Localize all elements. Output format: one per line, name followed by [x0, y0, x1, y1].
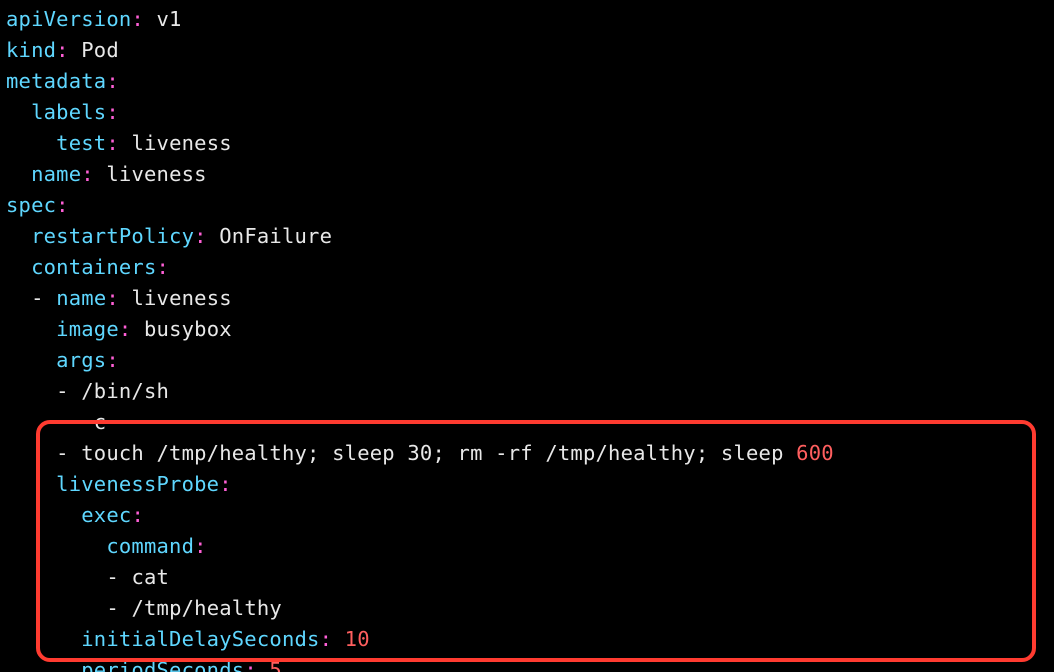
key-kind: kind [6, 38, 56, 62]
key-c-name: name [56, 286, 106, 310]
key-test: test [56, 131, 106, 155]
key-livenessprobe: livenessProbe [56, 472, 219, 496]
key-restartpolicy: restartPolicy [31, 224, 194, 248]
val-apiversion: v1 [157, 7, 182, 31]
key-c-args: args [56, 348, 106, 372]
arg-2-num: 600 [796, 441, 834, 465]
val-periodseconds: 5 [269, 658, 282, 672]
key-metadata: metadata [6, 69, 106, 93]
key-periodseconds: periodSeconds [81, 658, 244, 672]
yaml-code-block: apiVersion: v1 kind: Pod metadata: label… [0, 0, 1054, 672]
key-initialdelayseconds: initialDelaySeconds [81, 627, 319, 651]
arg-2: touch /tmp/healthy; sleep 30; rm -rf /tm… [81, 441, 796, 465]
val-name-top: liveness [106, 162, 206, 186]
key-labels: labels [31, 100, 106, 124]
key-spec: spec [6, 193, 56, 217]
val-c-image: busybox [144, 317, 232, 341]
arg-0: /bin/sh [81, 379, 169, 403]
cmd-0: cat [131, 565, 169, 589]
key-c-image: image [56, 317, 119, 341]
key-command: command [106, 534, 194, 558]
val-restartpolicy: OnFailure [219, 224, 332, 248]
val-test: liveness [131, 131, 231, 155]
val-initialdelayseconds: 10 [345, 627, 370, 651]
val-c-name: liveness [131, 286, 231, 310]
val-kind: Pod [81, 38, 119, 62]
key-containers: containers [31, 255, 156, 279]
key-exec: exec [81, 503, 131, 527]
key-apiversion: apiVersion [6, 7, 131, 31]
arg-1: -c [81, 410, 106, 434]
cmd-1: /tmp/healthy [131, 596, 282, 620]
key-name-top: name [31, 162, 81, 186]
